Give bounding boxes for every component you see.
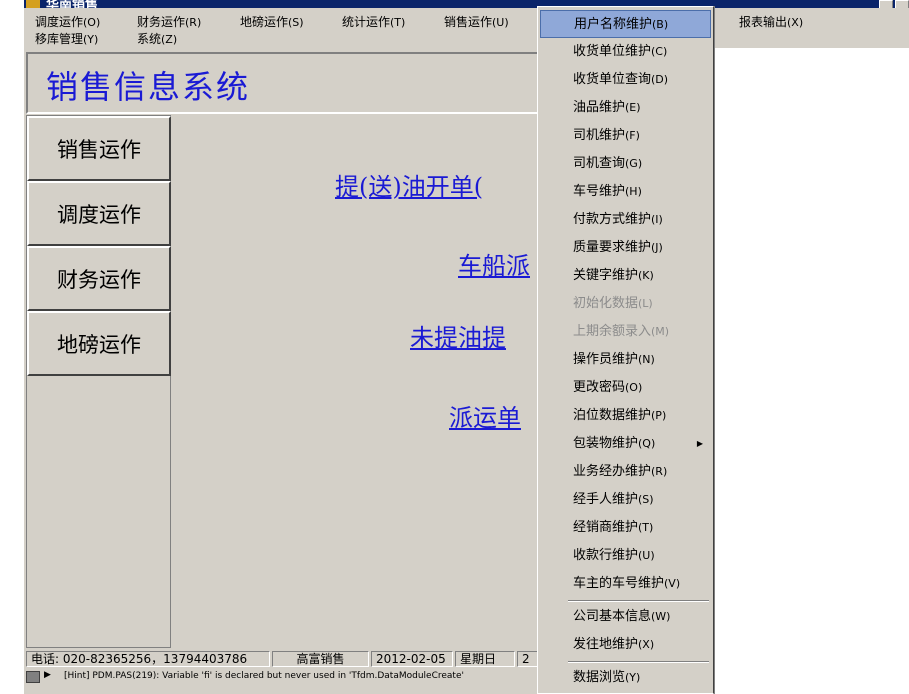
menu-driver-maintenance[interactable]: 司机维护(F) xyxy=(540,122,711,150)
menu-initialize-data: 初始化数据(L) xyxy=(573,296,653,311)
menu-transfer[interactable]: 移库管理(Y) xyxy=(35,30,98,47)
menu-vehicle-number-maintenance[interactable]: 车号维护(H) xyxy=(540,178,711,206)
menu-sales[interactable]: 销售运作(U) xyxy=(444,13,509,30)
dispatch-note-link[interactable]: 派运单 xyxy=(449,398,521,433)
menu-business-agent-maintenance[interactable]: 业务经办维护(R) xyxy=(540,458,711,486)
nav-dispatch-button[interactable]: 调度运作 xyxy=(27,181,171,246)
menu-separator xyxy=(568,661,709,663)
menu-data-browse[interactable]: 数据浏览(Y) xyxy=(540,664,711,692)
menu-user-name-maintenance[interactable]: 用户名称维护(B) xyxy=(540,10,711,38)
menu-dispatch[interactable]: 调度运作(O) xyxy=(35,13,100,30)
menu-company-info[interactable]: 公司基本信息(W) xyxy=(540,603,711,631)
menu-oil-product-maintenance[interactable]: 油品维护(E) xyxy=(540,94,711,122)
menu-berth-data-maintenance[interactable]: 泊位数据维护(P) xyxy=(540,402,711,430)
nav-panel: 销售运作 调度运作 财务运作 地磅运作 xyxy=(26,115,171,648)
menu-reports[interactable]: 报表输出(X) xyxy=(739,13,803,30)
status-weekday: 星期日 xyxy=(455,651,515,667)
menu-driver-query[interactable]: 司机查询(G) xyxy=(540,150,711,178)
hint-app-icon xyxy=(26,671,40,683)
menu-destination-maintenance[interactable]: 发往地维护(X) xyxy=(540,631,711,659)
menu-system[interactable]: 系统(Z) xyxy=(137,30,177,47)
unpicked-oil-link[interactable]: 未提油提 xyxy=(410,318,506,353)
menu-separator xyxy=(568,600,709,602)
play-arrow-icon: ▶ xyxy=(44,670,51,680)
title-bar: 华南销售 xyxy=(24,0,909,8)
menu-operator-maintenance[interactable]: 操作员维护(N) xyxy=(540,346,711,374)
status-date: 2012-02-05 xyxy=(371,651,453,667)
menu-change-password[interactable]: 更改密码(O) xyxy=(540,374,711,402)
menu-statistics[interactable]: 统计运作(T) xyxy=(342,13,405,30)
content-panel: 提(送)油开单( 车船派 未提油提 派运单 xyxy=(172,115,542,648)
window-title: 华南销售 xyxy=(46,0,99,8)
delivery-order-link[interactable]: 提(送)油开单( xyxy=(335,167,483,202)
menu-previous-balance-entry: 上期余额录入(M) xyxy=(573,324,670,339)
menu-weighbridge[interactable]: 地磅运作(S) xyxy=(240,13,304,30)
hint-bar: ▶ [Hint] PDM.PAS(219): Variable 'fi' is … xyxy=(24,669,544,694)
menu-owner-vehicle-maintenance[interactable]: 车主的车号维护(V) xyxy=(540,570,711,598)
menu-packaging-maintenance[interactable]: 包装物维护(Q) ▶ xyxy=(540,430,711,458)
empty-area xyxy=(714,48,909,694)
status-bar: 电话: 020-82365256，13794403786 高富销售 2012-0… xyxy=(24,649,544,669)
menu-keyword-maintenance[interactable]: 关键字维护(K) xyxy=(540,262,711,290)
menu-payment-method-maintenance[interactable]: 付款方式维护(I) xyxy=(540,206,711,234)
status-company: 高富销售 xyxy=(272,651,369,667)
system-title: 销售信息系统 xyxy=(46,68,251,106)
menu-dealer-maintenance[interactable]: 经销商维护(T) xyxy=(540,514,711,542)
compiler-hint-text: [Hint] PDM.PAS(219): Variable 'fi' is de… xyxy=(64,671,464,681)
nav-weighbridge-button[interactable]: 地磅运作 xyxy=(27,311,171,376)
sales-dropdown-menu: 用户名称维护(B) 收货单位维护(C) 收货单位查询(D) 油品维护(E) 司机… xyxy=(537,6,714,694)
menu-bar: 调度运作(O) 财务运作(R) 地磅运作(S) 统计运作(T) 销售运作(U) … xyxy=(24,8,909,48)
menu-quality-requirement-maintenance[interactable]: 质量要求维护(J) xyxy=(540,234,711,262)
vehicle-dispatch-link[interactable]: 车船派 xyxy=(458,246,530,281)
menu-consignee-query[interactable]: 收货单位查询(D) xyxy=(540,66,711,94)
menu-receiving-bank-maintenance[interactable]: 收款行维护(U) xyxy=(540,542,711,570)
submenu-arrow-icon: ▶ xyxy=(696,439,703,448)
menu-handler-maintenance[interactable]: 经手人维护(S) xyxy=(540,486,711,514)
nav-finance-button[interactable]: 财务运作 xyxy=(27,246,171,311)
status-phone: 电话: 020-82365256，13794403786 xyxy=(26,651,270,667)
app-icon xyxy=(26,0,40,8)
menu-finance[interactable]: 财务运作(R) xyxy=(137,13,201,30)
nav-sales-button[interactable]: 销售运作 xyxy=(27,116,171,181)
menu-consignee-maintenance[interactable]: 收货单位维护(C) xyxy=(540,38,711,66)
